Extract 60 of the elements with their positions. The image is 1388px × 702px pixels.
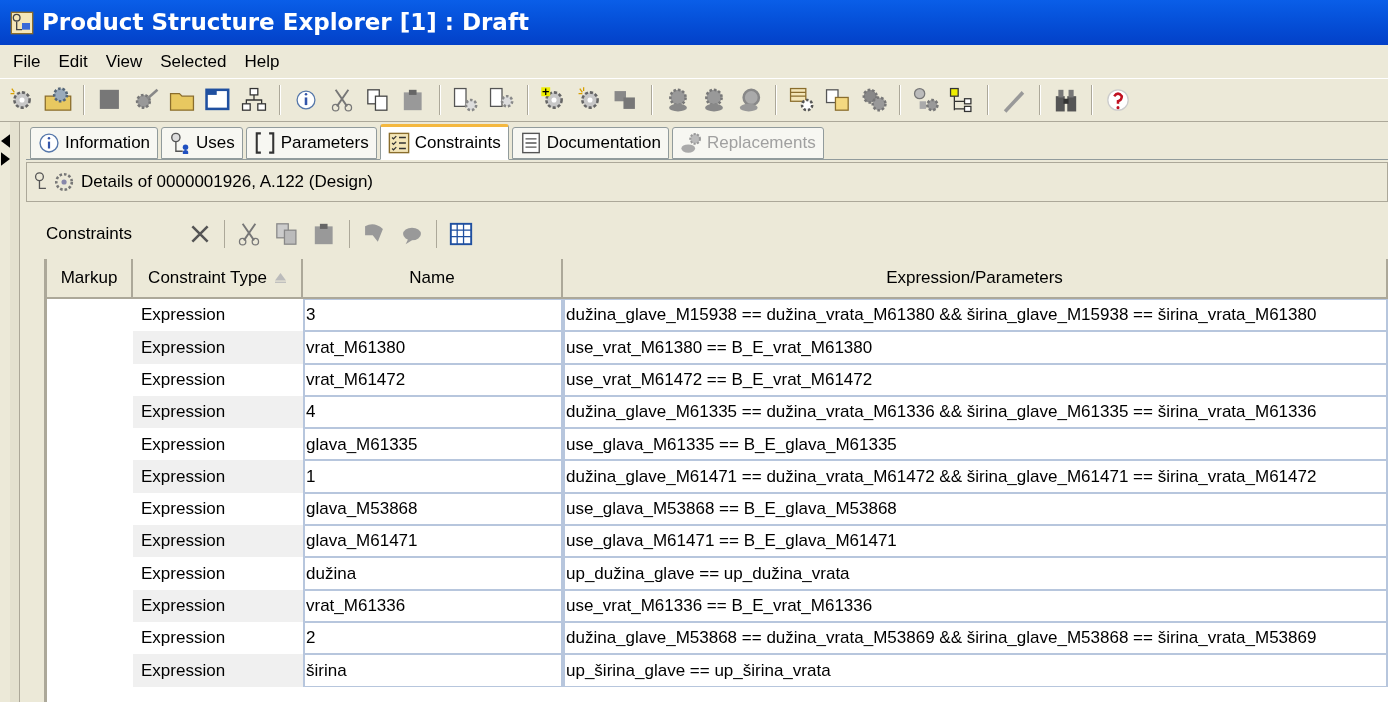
column-header[interactable]: Markup bbox=[47, 259, 133, 299]
table-cell[interactable]: 1 bbox=[303, 460, 563, 493]
table-cell[interactable]: use_glava_M61335 == B_E_glava_M61335 bbox=[563, 428, 1388, 461]
clipboard-gear-icon[interactable] bbox=[452, 86, 480, 114]
table-cell: Expression bbox=[133, 654, 303, 687]
menu-item[interactable]: Edit bbox=[49, 45, 97, 78]
sort-ascending-icon bbox=[274, 273, 286, 283]
tab[interactable]: Parameters bbox=[245, 127, 377, 159]
table-cell[interactable]: širina bbox=[303, 654, 563, 687]
table-cell[interactable]: use_glava_M61471 == B_E_glava_M61471 bbox=[563, 525, 1388, 558]
table-cell[interactable]: vrat_M61380 bbox=[303, 331, 563, 364]
table-cell[interactable]: dužina_glave_M61471 == dužina_vrata_M61472 && širina_glave_M61471 == širina_vrata_M61472 bbox=[563, 460, 1388, 493]
table-cell: Expression bbox=[133, 395, 303, 429]
menu-item[interactable]: File bbox=[4, 45, 50, 78]
hierarchy-icon[interactable] bbox=[240, 86, 268, 114]
menu-item[interactable]: View bbox=[96, 45, 152, 78]
brackets-icon bbox=[253, 132, 276, 154]
tab[interactable]: Documentation bbox=[511, 127, 669, 159]
details-label: Details of 0000001926, A.122 (Design) bbox=[81, 171, 374, 194]
table-cell[interactable]: use_glava_M53868 == B_E_glava_M53868 bbox=[563, 492, 1388, 526]
table-cell[interactable]: vrat_M61472 bbox=[303, 363, 563, 396]
table-cell: Expression bbox=[133, 331, 303, 364]
window-title: Product Structure Explorer [1] : Draft bbox=[42, 8, 529, 38]
table-cell[interactable]: dužina bbox=[303, 557, 563, 590]
table-cell: Expression bbox=[133, 525, 303, 558]
table-cell[interactable]: dužina_glave_M61335 == dužina_vrata_M61336 && širina_glave_M61335 == širina_vrata_M61336 bbox=[563, 395, 1388, 429]
table-cell[interactable]: 2 bbox=[303, 621, 563, 655]
column-header[interactable]: Name bbox=[303, 259, 563, 299]
document-icon bbox=[519, 132, 542, 154]
table-cell[interactable]: up_dužina_glave == up_dužina_vrata bbox=[563, 557, 1388, 590]
open-gear-icon[interactable] bbox=[44, 86, 72, 114]
constraints-label: Constraints bbox=[46, 222, 132, 245]
table-cell[interactable]: glava_M61335 bbox=[303, 428, 563, 461]
table-cell[interactable]: dužina_glave_M15938 == dužina_vrata_M61380 && širina_glave_M15938 == širina_vrata_M61380 bbox=[563, 299, 1388, 332]
table-cell[interactable]: use_vrat_M61336 == B_E_vrat_M61336 bbox=[563, 589, 1388, 622]
column-header[interactable]: Expression/Parameters bbox=[563, 259, 1388, 299]
table-cell: Expression bbox=[133, 589, 303, 622]
table-cell[interactable]: glava_M61471 bbox=[303, 525, 563, 558]
app-icon bbox=[10, 10, 34, 35]
menu-item[interactable]: Help bbox=[235, 45, 289, 78]
table-cell[interactable]: vrat_M61336 bbox=[303, 589, 563, 622]
table-cell[interactable]: use_vrat_M61472 == B_E_vrat_M61472 bbox=[563, 363, 1388, 396]
table-cell[interactable]: up_širina_glave == up_širina_vrata bbox=[563, 654, 1388, 687]
table-cell: Expression bbox=[133, 460, 303, 493]
table-cell[interactable]: 3 bbox=[303, 299, 563, 332]
tab[interactable]: Constraints bbox=[379, 124, 509, 160]
table-cell[interactable]: glava_M53868 bbox=[303, 492, 563, 526]
tab[interactable]: Uses bbox=[161, 127, 243, 159]
column-header[interactable]: Constraint Type bbox=[133, 259, 303, 299]
table-cell[interactable]: use_vrat_M61380 == B_E_vrat_M61380 bbox=[563, 331, 1388, 364]
checklist-icon bbox=[387, 132, 410, 154]
info-icon bbox=[38, 132, 60, 154]
table-cell[interactable]: dužina_glave_M53868 == dužina_vrata_M53869 && širina_glave_M53868 == širina_vrata_M53869 bbox=[563, 621, 1388, 655]
tab[interactable]: Information bbox=[30, 127, 159, 159]
gear-icon bbox=[680, 132, 702, 154]
menu-item[interactable]: Selected bbox=[151, 45, 236, 78]
node-gear-icon[interactable] bbox=[912, 86, 940, 114]
table-gear-icon[interactable] bbox=[788, 86, 816, 114]
help-icon[interactable] bbox=[1104, 86, 1132, 114]
table-cell[interactable]: 4 bbox=[303, 395, 563, 429]
